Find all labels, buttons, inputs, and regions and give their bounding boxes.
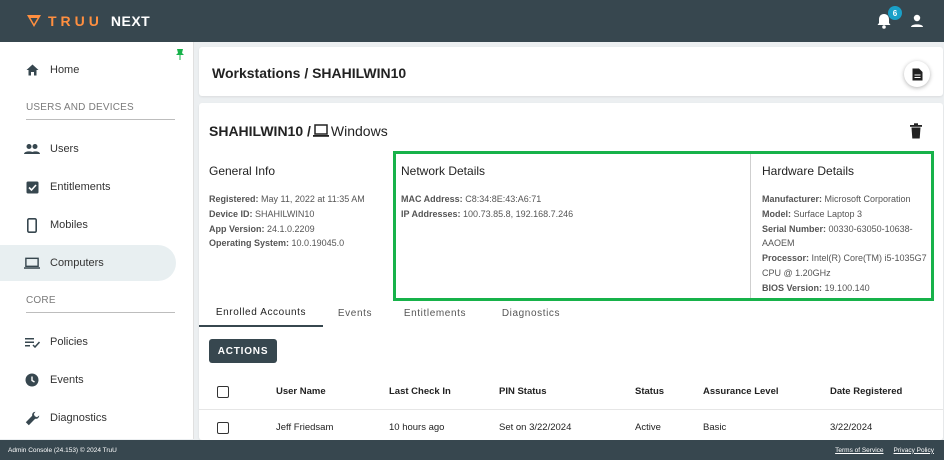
- device-os: Windows: [330, 123, 388, 139]
- sidebar-item-events[interactable]: Events: [0, 362, 176, 398]
- sidebar-item-label: Events: [50, 374, 84, 386]
- select-all-checkbox[interactable]: [217, 386, 229, 398]
- brand-product: NEXT: [110, 13, 151, 29]
- breadcrumb: Workstations / SHAHILWIN10: [212, 65, 407, 81]
- laptop-icon: [24, 255, 40, 271]
- tab-entitlements[interactable]: Entitlements: [387, 299, 483, 327]
- sidebar-item-users[interactable]: Users: [0, 131, 176, 167]
- mobile-icon: [24, 217, 40, 233]
- sidebar: Home USERS AND DEVICES Users Entitlement…: [0, 42, 194, 439]
- table-divider: [199, 409, 943, 410]
- sidebar-item-label: Mobiles: [50, 219, 88, 231]
- info-serial: Serial Number: 00330-63050-10638-AAOEM: [762, 223, 913, 249]
- notification-count-badge: 6: [888, 6, 902, 20]
- cell-status: Active: [635, 422, 661, 433]
- info-bios: BIOS Version: 19.100.140: [762, 282, 870, 293]
- people-icon: [24, 141, 40, 157]
- tab-bar: Enrolled Accounts Events Entitlements Di…: [199, 299, 579, 327]
- document-icon: [912, 68, 922, 80]
- wrench-icon: [24, 410, 40, 426]
- sidebar-item-label: Computers: [50, 257, 104, 269]
- truu-logo-icon: [27, 15, 41, 27]
- sidebar-item-label: Entitlements: [50, 181, 111, 193]
- terms-link[interactable]: Terms of Service: [835, 447, 883, 454]
- info-mac: MAC Address: C8:34:8E:43:A6:71: [401, 194, 542, 204]
- page-header: Workstations / SHAHILWIN10: [199, 47, 943, 96]
- cell-last-check-in: 10 hours ago: [389, 422, 445, 433]
- column-header-assurance-level[interactable]: Assurance Level: [703, 386, 779, 397]
- hardware-details: Hardware Details Manufacturer: Microsoft…: [762, 164, 928, 296]
- section-divider: [26, 119, 175, 120]
- sidebar-item-policies[interactable]: Policies: [0, 324, 176, 360]
- cell-pin-status: Set on 3/22/2024: [499, 422, 572, 433]
- section-label-users-devices: USERS AND DEVICES: [26, 102, 134, 113]
- sidebar-item-label: Home: [50, 64, 80, 76]
- info-processor: Processor: Intel(R) Core(TM) i5-1035G7 C…: [762, 253, 927, 278]
- info-model: Model: Surface Laptop 3: [762, 208, 863, 219]
- tab-enrolled-accounts[interactable]: Enrolled Accounts: [199, 299, 323, 327]
- sidebar-item-mobiles[interactable]: Mobiles: [0, 207, 176, 243]
- column-divider: [750, 154, 751, 298]
- home-icon: [24, 62, 40, 78]
- info-os: Operating System: 10.0.19045.0: [209, 238, 345, 249]
- notifications-button[interactable]: 6: [874, 6, 902, 31]
- section-heading: Hardware Details: [762, 164, 855, 178]
- brand[interactable]: TRUU NEXT: [27, 13, 150, 29]
- policy-list-icon: [24, 334, 40, 350]
- actions-button[interactable]: ACTIONS: [209, 339, 277, 363]
- network-details: Network Details MAC Address: C8:34:8E:43…: [401, 164, 741, 222]
- section-divider: [26, 312, 175, 313]
- checkbox-icon: [24, 179, 40, 195]
- brand-word: TRUU: [48, 13, 103, 29]
- top-bar: TRUU NEXT 6: [0, 0, 944, 42]
- column-header-last-check-in[interactable]: Last Check In: [389, 386, 451, 397]
- cell-date-registered: 3/22/2024: [830, 422, 873, 433]
- column-header-status[interactable]: Status: [635, 386, 664, 397]
- section-heading: Network Details: [401, 164, 486, 178]
- sidebar-item-label: Policies: [50, 336, 88, 348]
- device-title: SHAHILWIN10 / Windows: [209, 123, 388, 139]
- sidebar-item-computers[interactable]: Computers: [0, 245, 176, 281]
- column-header-date-registered[interactable]: Date Registered: [830, 386, 902, 397]
- column-header-user-name[interactable]: User Name: [276, 386, 326, 397]
- privacy-link[interactable]: Privacy Policy: [894, 447, 934, 454]
- tab-diagnostics[interactable]: Diagnostics: [483, 299, 579, 327]
- info-device-id: Device ID: SHAHILWIN10: [209, 208, 315, 219]
- account-icon[interactable]: [908, 12, 926, 30]
- sidebar-item-diagnostics[interactable]: Diagnostics: [0, 400, 176, 436]
- info-manufacturer: Manufacturer: Microsoft Corporation: [762, 194, 911, 204]
- info-app-version: App Version: 24.1.0.2209: [209, 223, 315, 234]
- sidebar-item-home[interactable]: Home: [0, 52, 176, 88]
- footer: Admin Console (24.153) © 2024 TruU Terms…: [0, 440, 944, 460]
- device-name: SHAHILWIN10 /: [209, 123, 311, 139]
- footer-copyright: Admin Console (24.153) © 2024 TruU: [8, 446, 117, 454]
- sidebar-item-label: Users: [50, 143, 79, 155]
- sidebar-item-label: Diagnostics: [50, 412, 107, 424]
- general-info: General Info Registered: May 11, 2022 at…: [209, 164, 389, 251]
- info-registered: Registered: May 11, 2022 at 11:35 AM: [209, 194, 365, 204]
- sidebar-item-entitlements[interactable]: Entitlements: [0, 169, 176, 205]
- section-heading: General Info: [209, 164, 276, 178]
- delete-icon[interactable]: [909, 123, 923, 139]
- device-detail-card: SHAHILWIN10 / Windows General Info Regis…: [199, 103, 943, 440]
- column-header-pin-status[interactable]: PIN Status: [499, 386, 547, 397]
- row-checkbox[interactable]: [217, 422, 229, 434]
- info-ip: IP Addresses: 100.73.85.8, 192.168.7.246: [401, 208, 574, 219]
- section-label-core: CORE: [26, 295, 56, 306]
- laptop-icon: [312, 124, 329, 137]
- report-button[interactable]: [904, 61, 930, 87]
- tab-events[interactable]: Events: [323, 299, 387, 327]
- clock-icon: [24, 372, 40, 388]
- cell-assurance-level: Basic: [703, 422, 727, 433]
- cell-user-name: Jeff Friedsam: [276, 422, 334, 433]
